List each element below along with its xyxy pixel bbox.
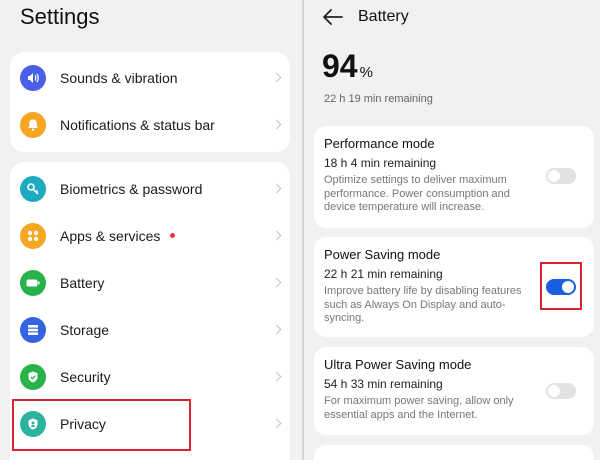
back-arrow-icon[interactable] bbox=[322, 8, 344, 26]
sidebar-item-notifications[interactable]: Notifications & status bar bbox=[10, 101, 290, 148]
settings-pane: Settings Sounds & vibration Notification… bbox=[0, 0, 302, 460]
ultra-power-saving-mode-card: Ultra Power Saving mode 54 h 33 min rema… bbox=[314, 347, 594, 435]
page-title: Settings bbox=[20, 4, 100, 29]
sidebar-item-label: Apps & services bbox=[60, 228, 176, 244]
key-icon bbox=[20, 175, 46, 202]
mode-title: Ultra Power Saving mode bbox=[324, 357, 472, 372]
mode-description: Improve battery life by disabling featur… bbox=[324, 285, 522, 324]
shield-check-icon bbox=[20, 363, 46, 390]
chevron-right-icon bbox=[271, 324, 282, 335]
sidebar-item-label: Sounds & vibration bbox=[60, 69, 178, 86]
sidebar-item-biometrics[interactable]: Biometrics & password bbox=[10, 165, 290, 212]
chevron-right-icon bbox=[271, 418, 282, 429]
next-card bbox=[314, 445, 594, 460]
ultra-power-saving-mode-toggle[interactable] bbox=[546, 383, 576, 399]
chevron-right-icon bbox=[271, 277, 282, 288]
sidebar-item-storage[interactable]: Storage bbox=[10, 306, 290, 353]
battery-percentage: 94% bbox=[322, 48, 373, 84]
toggle-knob bbox=[548, 385, 560, 397]
performance-mode-card: Performance mode 18 h 4 min remaining Op… bbox=[314, 126, 594, 228]
mode-remaining: 18 h 4 min remaining bbox=[324, 156, 437, 170]
sidebar-item-label: Battery bbox=[60, 274, 105, 291]
sidebar-item-battery[interactable]: Battery bbox=[10, 259, 290, 306]
storage-icon bbox=[20, 316, 46, 343]
battery-pane: Battery 94% 22 h 19 min remaining Perfor… bbox=[304, 0, 600, 460]
privacy-highlight-box bbox=[12, 399, 191, 451]
toggle-knob bbox=[548, 170, 560, 182]
sidebar-item-security[interactable]: Security bbox=[10, 353, 290, 400]
page-title: Battery bbox=[358, 8, 409, 25]
battery-remaining-time: 22 h 19 min remaining bbox=[324, 93, 433, 105]
sidebar-item-label: Biometrics & password bbox=[60, 180, 203, 197]
mode-description: For maximum power saving, allow only ess… bbox=[324, 395, 514, 421]
apps-grid-icon bbox=[20, 222, 46, 249]
toggle-highlight-box bbox=[540, 262, 582, 310]
mode-description: Optimize settings to deliver maximum per… bbox=[324, 174, 510, 213]
performance-mode-toggle[interactable] bbox=[546, 168, 576, 184]
chevron-right-icon bbox=[271, 183, 282, 194]
sidebar-item-label: Security bbox=[60, 368, 111, 385]
chevron-right-icon bbox=[271, 119, 282, 130]
speaker-icon bbox=[20, 64, 46, 91]
sidebar-item-label: Notifications & status bar bbox=[60, 116, 215, 133]
mode-remaining: 22 h 21 min remaining bbox=[324, 267, 443, 281]
sidebar-item-apps[interactable]: Apps & services bbox=[10, 212, 290, 259]
sidebar-item-label: Storage bbox=[60, 321, 110, 338]
sidebar-item-sounds[interactable]: Sounds & vibration bbox=[10, 54, 290, 101]
chevron-right-icon bbox=[271, 72, 282, 83]
battery-icon bbox=[20, 269, 46, 296]
notification-badge bbox=[170, 233, 176, 239]
mode-remaining: 54 h 33 min remaining bbox=[324, 377, 443, 391]
settings-group-sound-notifications: Sounds & vibration Notifications & statu… bbox=[10, 52, 290, 152]
chevron-right-icon bbox=[271, 371, 282, 382]
mode-title: Performance mode bbox=[324, 136, 435, 151]
chevron-right-icon bbox=[271, 230, 282, 241]
mode-title: Power Saving mode bbox=[324, 247, 441, 262]
bell-icon bbox=[20, 111, 46, 138]
